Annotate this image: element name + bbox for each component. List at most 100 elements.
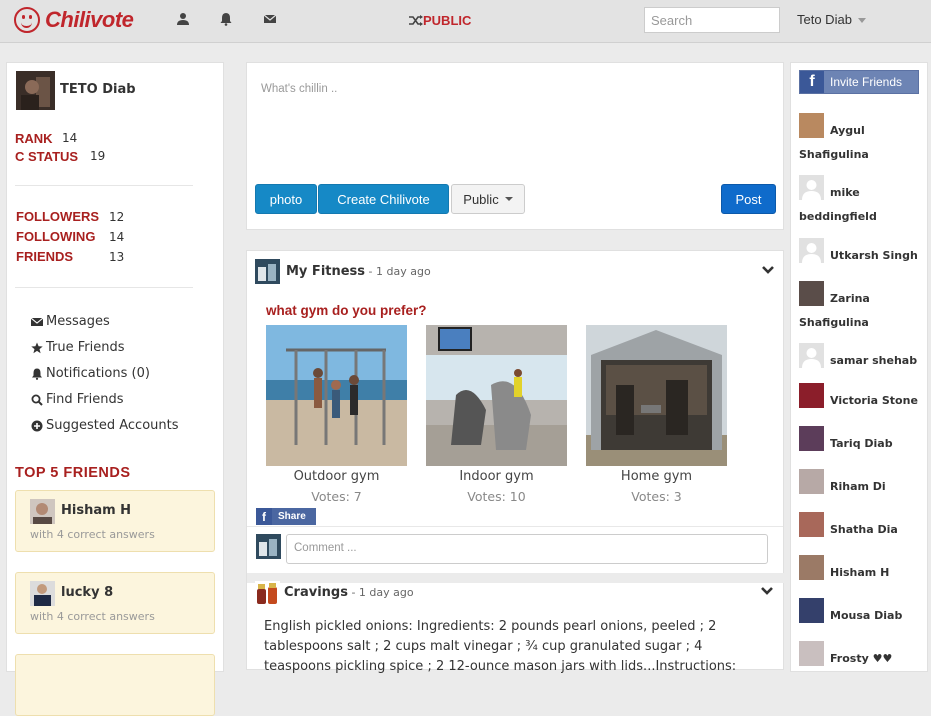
top-friends-title: TOP 5 FRIENDS — [15, 465, 131, 481]
plus-circle-icon — [31, 420, 43, 431]
post-header: My Fitness - 1 day ago — [286, 264, 431, 279]
suggested-friend-name[interactable]: Frosty ♥♥ — [799, 647, 924, 671]
poll-option-votes: Votes: 3 — [631, 489, 682, 504]
bell-icon[interactable] — [219, 12, 233, 26]
friends-label[interactable]: FRIENDS — [16, 249, 73, 264]
top-friend-card[interactable]: Hisham H with 4 correct answers — [15, 490, 215, 552]
suggested-friend-name[interactable]: Victoria Stone — [799, 389, 924, 413]
user-name: Teto Diab — [797, 12, 852, 27]
top-friend-card[interactable] — [15, 654, 215, 716]
profile-sidebar: TETO Diab RANK 14 C STATUS 19 FOLLOWERS … — [6, 62, 224, 716]
poll-option-image[interactable] — [266, 325, 407, 466]
following-value: 14 — [109, 230, 125, 244]
profile-name[interactable]: TETO Diab — [60, 82, 136, 97]
friends-value: 13 — [109, 250, 125, 264]
compose-input[interactable]: What's chillin .. — [261, 83, 337, 95]
menu-label: Notifications (0) — [46, 366, 150, 381]
suggested-friend-name[interactable]: samar shehab — [799, 349, 924, 373]
chevron-down-icon[interactable] — [762, 265, 774, 275]
photo-button[interactable]: photo — [255, 184, 317, 214]
friend-name: Hisham H — [61, 503, 132, 518]
suggested-friend-name[interactable]: Shatha Dia — [799, 518, 924, 542]
suggested-friend-name[interactable]: Aygul Shafigulina — [799, 119, 924, 167]
user-icon[interactable] — [176, 12, 190, 26]
post-button[interactable]: Post — [721, 184, 776, 214]
poll-option-votes: Votes: 10 — [467, 489, 526, 504]
top-navbar: Chilivote PUBLIC Search Teto Diab — [0, 0, 931, 43]
poll-option-image[interactable] — [426, 325, 567, 466]
friend-score: with 4 correct answers — [30, 528, 155, 541]
suggested-friend-name[interactable]: Riham Di — [799, 475, 924, 499]
public-feed-link[interactable]: PUBLIC — [409, 13, 471, 28]
brand-logo[interactable]: Chilivote — [14, 6, 134, 34]
compose-box: What's chillin .. photo Create Chilivote… — [246, 62, 784, 230]
post-time: - 1 day ago — [365, 265, 431, 278]
facebook-icon: f — [800, 71, 824, 93]
poll-option-image[interactable] — [586, 325, 727, 466]
share-label: Share — [278, 511, 306, 522]
post-author[interactable]: My Fitness — [286, 264, 365, 279]
caret-down-icon — [857, 18, 866, 24]
cstatus-label: C STATUS — [15, 149, 79, 164]
divider — [15, 185, 193, 186]
followers-label[interactable]: FOLLOWERS — [16, 209, 99, 224]
search-icon — [31, 394, 43, 406]
friend-name: lucky 8 — [61, 585, 114, 600]
following-label[interactable]: FOLLOWING — [16, 229, 95, 244]
menu-true-friends[interactable]: True Friends — [31, 340, 125, 355]
envelope-icon[interactable] — [263, 12, 277, 26]
post-time: - 1 day ago — [347, 586, 414, 599]
suggested-friend-name[interactable]: Utkarsh Singh — [799, 244, 924, 268]
author-avatar[interactable] — [255, 581, 280, 606]
menu-suggested-accounts[interactable]: Suggested Accounts — [31, 418, 179, 433]
create-chilivote-button[interactable]: Create Chilivote — [318, 184, 449, 214]
brand-name: Chilivote — [45, 7, 134, 32]
post-author[interactable]: Cravings — [284, 585, 348, 600]
visibility-label: Public — [463, 191, 499, 207]
rank-label: RANK — [15, 131, 53, 146]
menu-label: Find Friends — [46, 392, 124, 407]
visibility-dropdown[interactable]: Public — [451, 184, 525, 214]
top-friend-card[interactable]: lucky 8 with 4 correct answers — [15, 572, 215, 634]
poll-question: what gym do you prefer? — [266, 303, 427, 318]
suggested-friend-name[interactable]: Hisham H — [799, 561, 924, 585]
avatar — [30, 581, 55, 606]
followers-value: 12 — [109, 210, 125, 224]
author-avatar[interactable] — [255, 259, 280, 284]
caret-down-icon — [504, 197, 513, 201]
suggestions-sidebar: f Invite Friends Aygul Shafigulina mike be… — [790, 62, 928, 672]
avatar — [30, 499, 55, 524]
post-header: Cravings - 1 day ago — [284, 585, 414, 600]
suggested-friend-name[interactable]: Mousa Diab — [799, 604, 924, 628]
facebook-share-button[interactable]: f Share — [256, 508, 316, 525]
feed: My Fitness - 1 day ago what gym do you p… — [246, 250, 785, 674]
poll-option-votes: Votes: 7 — [311, 489, 362, 504]
divider — [247, 526, 783, 527]
menu-label: True Friends — [46, 340, 125, 355]
suggested-friend-name[interactable]: mike beddingfield — [799, 181, 924, 229]
profile-avatar[interactable] — [16, 71, 55, 110]
rank-value: 14 — [62, 131, 78, 145]
smiley-logo-icon — [14, 7, 40, 33]
comment-input[interactable]: Comment ... — [286, 534, 768, 564]
suggested-friend-name[interactable]: Tariq Diab — [799, 432, 924, 456]
chevron-down-icon[interactable] — [761, 586, 773, 596]
menu-notifications[interactable]: Notifications (0) — [31, 366, 150, 381]
public-label: PUBLIC — [423, 13, 472, 28]
suggested-friend-name[interactable]: Zarina Shafigulina — [799, 287, 924, 335]
shuffle-icon — [409, 15, 423, 26]
poll-option-label: Indoor gym — [459, 469, 534, 484]
user-menu-dropdown[interactable]: Teto Diab — [797, 12, 866, 27]
menu-label: Messages — [46, 314, 110, 329]
search-input[interactable]: Search — [644, 7, 780, 33]
invite-label: Invite Friends — [830, 75, 903, 89]
post-text: English pickled onions: Ingredients: 2 p… — [264, 619, 737, 674]
facebook-icon: f — [256, 508, 272, 525]
star-icon — [31, 342, 43, 353]
friend-score: with 4 correct answers — [30, 610, 155, 623]
post-gap — [247, 573, 785, 583]
invite-friends-button[interactable]: f Invite Friends — [799, 70, 919, 94]
menu-messages[interactable]: Messages — [31, 314, 110, 329]
menu-find-friends[interactable]: Find Friends — [31, 392, 124, 407]
cstatus-value: 19 — [90, 149, 106, 163]
